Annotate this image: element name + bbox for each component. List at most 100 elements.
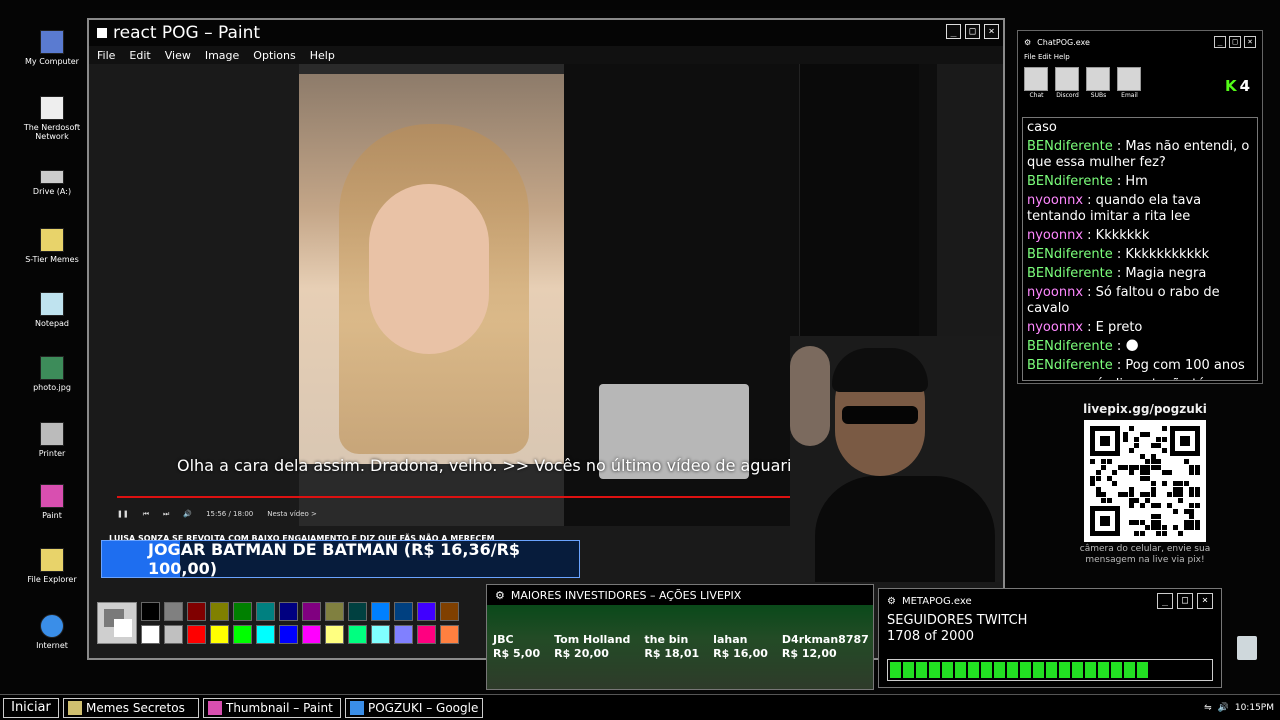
close-button[interactable]: × [1244,36,1256,48]
palette-swatch[interactable] [233,602,252,621]
volume-icon[interactable]: 🔊 [183,510,192,518]
maximize-button[interactable]: □ [1229,36,1241,48]
desktop-icon-nerdosoft-network[interactable]: The Nerdosoft Network [20,96,84,141]
palette-swatch[interactable] [394,602,413,621]
palette-swatch[interactable] [325,602,344,621]
chat-tool-subs[interactable]: SUBs [1086,67,1111,107]
network-tray-icon[interactable]: ⇋ [1204,703,1212,713]
palette-swatch[interactable] [256,602,275,621]
investor-item: lahan R$ 16,00 [713,633,768,661]
palette-swatch[interactable] [164,602,183,621]
chat-tool-label: Discord [1056,92,1079,99]
palette-swatch[interactable] [187,602,206,621]
palette-swatch[interactable] [440,602,459,621]
palette-swatch[interactable] [210,625,229,644]
start-button[interactable]: Iniciar [3,697,59,718]
palette-swatch[interactable] [417,602,436,621]
qr-module [1129,503,1134,508]
menu-file[interactable]: File [97,49,115,62]
meta-title-bar[interactable]: ⚙ METAPOG.exe _ □ × [879,589,1221,613]
next-icon[interactable]: ⏭ [163,510,169,519]
chat-username[interactable]: nyoonnx [1027,228,1083,243]
chat-message: nyoonnx : Só faltou o rabo de cavalo [1027,285,1220,316]
chat-username[interactable]: BENdiferente [1027,139,1113,154]
minimize-button[interactable]: _ [1214,36,1226,48]
desktop-icon-internet[interactable]: Internet [20,614,84,650]
chat-username[interactable]: BENdiferente [1027,266,1113,281]
chat-window-controls: _ □ × [1214,36,1256,48]
previous-icon[interactable]: ⏮ [143,510,149,519]
chat-username[interactable]: nyoonnx [1027,377,1083,380]
paint-title-bar[interactable]: react POG – Paint _ □ × [89,20,1003,46]
clock: 10:15PM [1234,703,1274,713]
menu-options[interactable]: Options [253,49,295,62]
volume-tray-icon[interactable]: 🔊 [1218,703,1229,713]
desktop-icon-paint[interactable]: Paint [20,484,84,520]
palette-swatch[interactable] [394,625,413,644]
minimize-button[interactable]: _ [946,24,961,39]
palette-swatch[interactable] [279,602,298,621]
desktop-icon-s-tier-memes[interactable]: S-Tier Memes [20,228,84,264]
menu-edit[interactable]: Edit [129,49,150,62]
menu-image[interactable]: Image [205,49,239,62]
chat-username[interactable]: BENdiferente [1027,358,1113,373]
menu-help[interactable]: Help [310,49,335,62]
qr-module [1195,503,1200,508]
task-pogzuki-google[interactable]: POGZUKI – Google [345,697,483,718]
palette-swatch[interactable] [141,625,160,644]
recycle-bin-icon[interactable] [1237,636,1257,660]
chat-username[interactable]: BENdiferente [1027,339,1113,354]
globe-icon [350,700,364,715]
desktop-icon-printer[interactable]: Printer [20,422,84,458]
close-button[interactable]: × [1197,593,1213,609]
palette-swatch[interactable] [210,602,229,621]
palette-swatch[interactable] [187,625,206,644]
chat-username[interactable]: nyoonnx [1027,285,1083,300]
palette-swatch[interactable] [348,602,367,621]
chat-tool-chat[interactable]: Chat [1024,67,1049,107]
chat-menubar[interactable]: File Edit Help [1018,53,1262,65]
task-thumbnail-paint[interactable]: Thumbnail – Paint [203,697,341,718]
palette-swatch[interactable] [371,625,390,644]
desktop-icon-drive-a[interactable]: Drive (A:) [20,170,84,196]
palette-swatch[interactable] [141,602,160,621]
desktop-icon-label: S-Tier Memes [25,255,79,264]
palette-swatch[interactable] [440,625,459,644]
qr-module [1189,503,1194,508]
palette-swatch[interactable] [302,625,321,644]
desktop-icon-file-explorer[interactable]: File Explorer [20,548,84,584]
chat-username[interactable]: nyoonnx [1027,320,1083,335]
desktop-icon-notepad[interactable]: Notepad [20,292,84,328]
desktop-icon-my-computer[interactable]: My Computer [20,30,84,66]
palette-swatch[interactable] [256,625,275,644]
palette-swatch[interactable] [348,625,367,644]
palette-swatch[interactable] [233,625,252,644]
chat-username[interactable]: BENdiferente [1027,174,1113,189]
video-progress-bar[interactable] [117,496,817,498]
palette-swatch[interactable] [371,602,390,621]
chat-username[interactable]: BENdiferente [1027,247,1113,262]
task-memes-secretos[interactable]: Memes Secretos [63,697,199,718]
chat-username[interactable]: nyoonnx [1027,193,1083,208]
desktop-icon-photo[interactable]: photo.jpg [20,356,84,392]
palette-swatch[interactable] [325,625,344,644]
investors-title-bar[interactable]: ⚙ MAIORES INVESTIDORES – AÇÕES LIVEPIX [487,585,873,605]
palette-swatch[interactable] [164,625,183,644]
chat-app-icon: ⚙ [1024,37,1032,47]
qr-module [1134,465,1139,470]
current-colors[interactable] [97,602,137,644]
maximize-button[interactable]: □ [1177,593,1193,609]
menu-view[interactable]: View [165,49,191,62]
close-button[interactable]: × [984,24,999,39]
chat-tool-email[interactable]: Email [1117,67,1142,107]
chat-title-bar[interactable]: ⚙ ChatPOG.exe _ □ × [1018,31,1262,53]
next-video-label[interactable]: Nesta vídeo > [267,510,317,518]
pause-icon[interactable]: ❚❚ [117,510,129,518]
minimize-button[interactable]: _ [1157,593,1173,609]
chat-tool-discord[interactable]: Discord [1055,67,1080,107]
palette-swatch[interactable] [417,625,436,644]
paint-window-controls: _ □ × [946,24,999,39]
palette-swatch[interactable] [279,625,298,644]
maximize-button[interactable]: □ [965,24,980,39]
palette-swatch[interactable] [302,602,321,621]
